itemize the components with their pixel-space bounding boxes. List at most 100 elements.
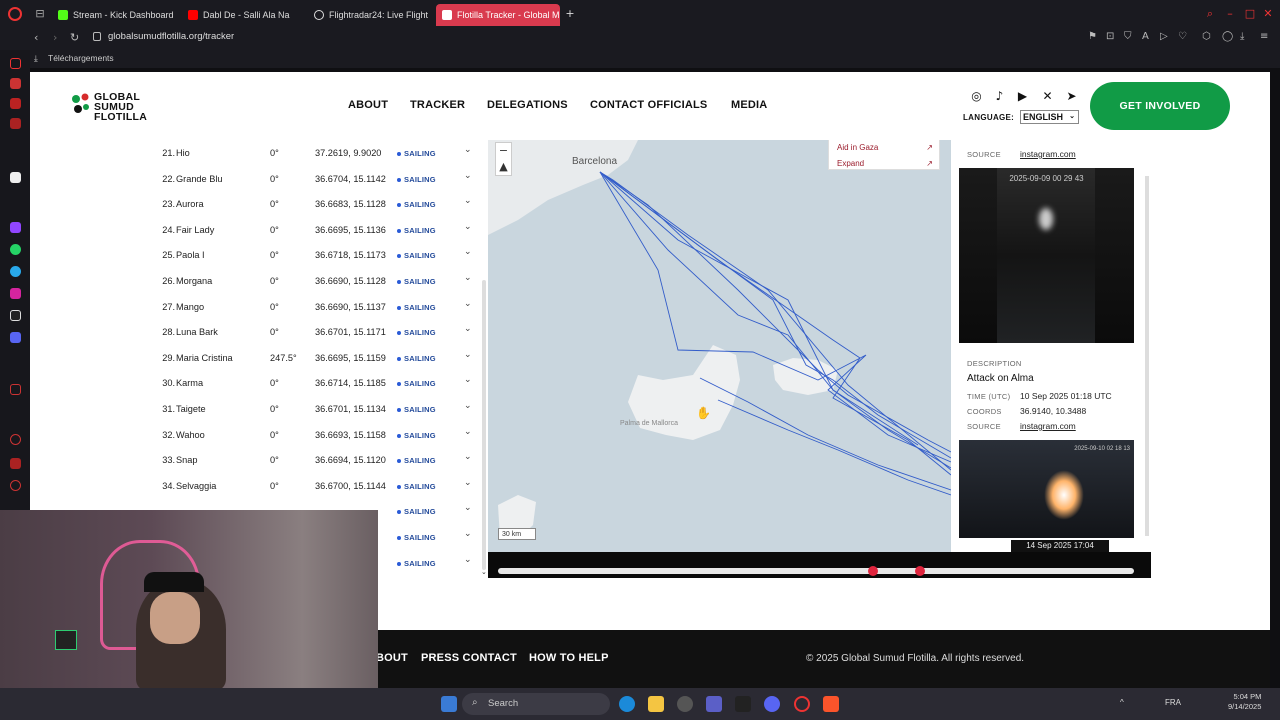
- cube-icon[interactable]: [10, 458, 21, 469]
- footer-about-link[interactable]: BOUT: [376, 652, 408, 664]
- timeline-marker[interactable]: [868, 566, 879, 576]
- event-image-2[interactable]: 2025-09-10 02 18 13: [959, 440, 1134, 538]
- external-link-icon[interactable]: ↗: [926, 159, 933, 168]
- x-icon[interactable]: ✕: [1041, 90, 1054, 103]
- maximize-icon[interactable]: □: [1244, 8, 1256, 20]
- news-icon[interactable]: [10, 118, 21, 129]
- boat-row[interactable]: 28. Luna Bark 0° 36.6701, 15.1171 SAILING ⌄: [148, 319, 488, 344]
- footer-press-contact-link[interactable]: PRESS CONTACT: [421, 652, 517, 664]
- nav-tracker[interactable]: TRACKER: [410, 99, 465, 111]
- discord-icon[interactable]: [764, 696, 780, 712]
- app-icon[interactable]: [10, 172, 21, 183]
- clock-icon[interactable]: [10, 434, 21, 445]
- boat-row[interactable]: 26. Morgana 0° 36.6690, 15.1128 SAILING ⌄: [148, 268, 488, 293]
- boat-row[interactable]: 33. Snap 0° 36.6694, 15.1120 SAILING ⌄: [148, 447, 488, 472]
- map-canvas[interactable]: [488, 140, 951, 552]
- chevron-down-icon[interactable]: ⌄: [464, 171, 472, 181]
- list-scrollbar[interactable]: [482, 280, 486, 570]
- telegram-icon[interactable]: ➤: [1065, 90, 1078, 103]
- chevron-up-icon[interactable]: ^: [1120, 698, 1124, 707]
- new-tab-button[interactable]: +: [564, 8, 576, 20]
- discord-icon[interactable]: [10, 332, 21, 343]
- translate-icon[interactable]: A: [1142, 31, 1149, 42]
- layer-aid-in-gaza[interactable]: Aid in Gaza: [837, 143, 878, 152]
- site-logo[interactable]: GLOBAL SUMUD FLOTILLA: [94, 92, 147, 123]
- flotilla-logo-icon[interactable]: [70, 92, 92, 118]
- shield-icon[interactable]: ⛉: [1124, 31, 1132, 42]
- minimize-icon[interactable]: –: [1224, 8, 1236, 20]
- get-involved-button[interactable]: GET INVOLVED: [1090, 82, 1230, 130]
- tab-search-icon[interactable]: ⊟: [34, 8, 46, 20]
- events-scrollbar[interactable]: [1145, 176, 1149, 536]
- language-indicator[interactable]: FRA: [1165, 698, 1181, 707]
- tab-youtube[interactable]: Dabl De - Salli Ala Na: [182, 4, 306, 26]
- app-icon[interactable]: [677, 696, 693, 712]
- back-icon[interactable]: ‹: [34, 31, 38, 44]
- instagram-icon[interactable]: ◎: [970, 90, 983, 103]
- chevron-down-icon[interactable]: ⌄: [464, 555, 472, 565]
- boat-row[interactable]: 22. Grande Blu 0° 36.6704, 15.1142 SAILING ⌄: [148, 166, 488, 191]
- chevron-down-icon[interactable]: ⌄: [464, 529, 472, 539]
- chevron-down-icon[interactable]: ⌄: [464, 273, 472, 283]
- home-icon[interactable]: [10, 58, 21, 69]
- source-link[interactable]: instagram.com: [1020, 421, 1076, 431]
- tiktok-icon[interactable]: [10, 310, 21, 321]
- taskbar-search[interactable]: Search: [462, 693, 610, 715]
- nav-media[interactable]: MEDIA: [731, 99, 767, 111]
- boat-row[interactable]: 32. Wahoo 0° 36.6693, 15.1158 SAILING ⌄: [148, 422, 488, 447]
- reload-icon[interactable]: ↻: [70, 31, 79, 44]
- tab-kick[interactable]: Stream - Kick Dashboard: [52, 4, 180, 26]
- aria-icon[interactable]: [10, 78, 21, 89]
- chevron-down-icon[interactable]: ⌄: [464, 452, 472, 462]
- download-icon[interactable]: ⤓: [1240, 31, 1244, 42]
- nav-delegations[interactable]: DELEGATIONS: [487, 99, 568, 111]
- edge-icon[interactable]: [619, 696, 635, 712]
- chevron-down-icon[interactable]: ⌄: [464, 478, 472, 488]
- chevron-down-icon[interactable]: ⌄: [464, 299, 472, 309]
- windows-start-icon[interactable]: [441, 696, 457, 712]
- nav-about[interactable]: ABOUT: [348, 99, 388, 111]
- chevron-down-icon[interactable]: ⌄: [464, 375, 472, 385]
- youtube-icon[interactable]: ▶: [1016, 90, 1029, 103]
- forward-icon[interactable]: ›: [53, 31, 57, 44]
- compass-icon[interactable]: ▲: [496, 159, 511, 175]
- chevron-down-icon[interactable]: ⌄: [464, 427, 472, 437]
- file-explorer-icon[interactable]: [648, 696, 664, 712]
- profile-icon[interactable]: ◯: [1222, 31, 1233, 42]
- boat-row[interactable]: 30. Karma 0° 36.6714, 15.1185 SAILING ⌄: [148, 370, 488, 395]
- twitch-icon[interactable]: [10, 222, 21, 233]
- music-icon[interactable]: [10, 98, 21, 109]
- bookmark-downloads[interactable]: Téléchargements: [48, 53, 114, 63]
- boat-row[interactable]: 23. Aurora 0° 36.6683, 15.1128 SAILING ⌄: [148, 191, 488, 216]
- source-link[interactable]: instagram.com: [1020, 149, 1076, 159]
- boat-row[interactable]: 34. Selvaggia 0° 36.6700, 15.1144 SAILING ⌄: [148, 473, 488, 498]
- whatsapp-icon[interactable]: [10, 244, 21, 255]
- zoom-out-button[interactable]: −: [496, 143, 511, 159]
- chevron-down-icon[interactable]: ⌄: [464, 350, 472, 360]
- chevron-down-icon[interactable]: ⌄: [464, 222, 472, 232]
- event-image-1[interactable]: 2025-09-09 00 29 43: [959, 168, 1134, 343]
- brave-icon[interactable]: [823, 696, 839, 712]
- heart-icon[interactable]: ♡: [1178, 31, 1187, 42]
- opera-logo-icon[interactable]: [8, 7, 22, 21]
- app-icon[interactable]: [735, 696, 751, 712]
- player-icon[interactable]: ▷: [1160, 31, 1168, 42]
- timeline-track[interactable]: [498, 568, 1134, 574]
- boat-row[interactable]: 25. Paola I 0° 36.6718, 15.1173 SAILING ⌄: [148, 242, 488, 267]
- opera-icon[interactable]: [794, 696, 810, 712]
- menu-icon[interactable]: ≡: [1260, 31, 1268, 42]
- history-icon[interactable]: [10, 384, 21, 395]
- scroll-down-icon[interactable]: ⌄: [481, 568, 487, 576]
- boat-row[interactable]: 31. Taigete 0° 36.6701, 15.1134 SAILING ⌄: [148, 396, 488, 421]
- nav-contact-officials[interactable]: CONTACT OFFICIALS: [590, 99, 707, 111]
- snapshot-icon[interactable]: ⊡: [1106, 31, 1114, 42]
- tab-flotilla[interactable]: Flotilla Tracker - Global M: [436, 4, 560, 26]
- chevron-down-icon[interactable]: ⌄: [464, 324, 472, 334]
- layer-expand[interactable]: Expand: [837, 159, 864, 168]
- address-bar[interactable]: globalsumudflotilla.org/tracker: [108, 31, 234, 42]
- chevron-down-icon[interactable]: ⌄: [464, 145, 472, 155]
- bookmark-icon[interactable]: ⚑: [1088, 31, 1097, 42]
- taskbar-clock[interactable]: 5:04 PM 9/14/2025: [1228, 692, 1261, 712]
- telegram-icon[interactable]: [10, 266, 21, 277]
- chevron-down-icon[interactable]: ⌄: [464, 401, 472, 411]
